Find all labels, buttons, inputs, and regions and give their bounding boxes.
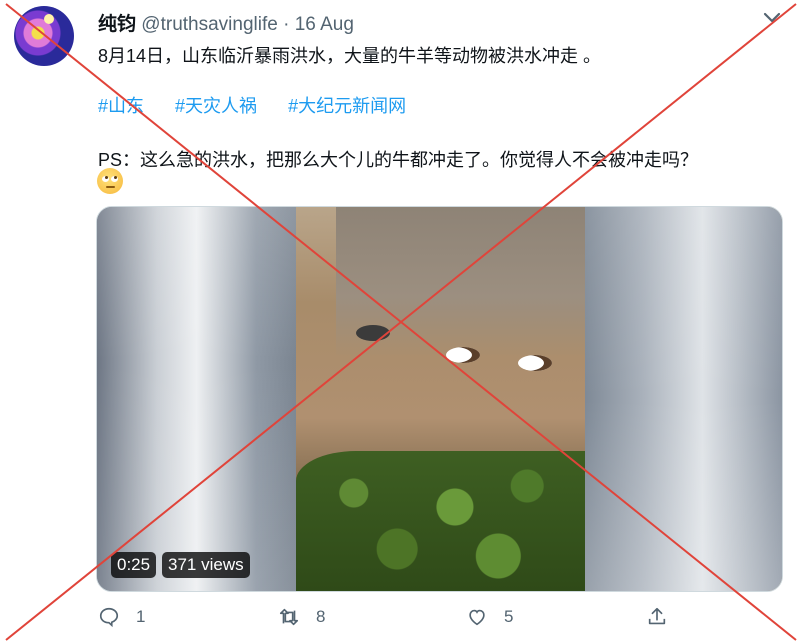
retweet-count: 8 xyxy=(316,607,326,626)
reply-icon xyxy=(99,607,119,628)
tweet-text-line1: 8月14日，山东临沂暴雨洪水，大量的牛羊等动物被洪水冲走 。 xyxy=(98,46,602,66)
like-count: 5 xyxy=(504,607,514,626)
like-button[interactable]: 5 xyxy=(466,606,513,628)
video-duration-badge: 0:25 xyxy=(111,552,157,578)
video-blur-right xyxy=(583,207,782,591)
emoji-eye-left xyxy=(102,176,109,182)
tweet-text-line3: PS：这么急的洪水，把那么大个儿的牛都冲走了。你觉得人不会被冲走吗？ xyxy=(98,150,699,170)
heart-icon xyxy=(469,609,485,626)
tweet[interactable]: 纯钧 @truthsavinglife · 16 Aug 8月14日，山东临沂暴… xyxy=(0,0,800,644)
video-player[interactable] xyxy=(96,206,783,592)
hashtag-list: #山东 #天灾人祸 #大纪元新闻网 xyxy=(98,92,432,118)
author-name[interactable]: 纯钧 xyxy=(98,14,136,35)
grass-foreground xyxy=(296,451,585,591)
tweet-date[interactable]: 16 Aug xyxy=(295,14,354,35)
avatar-moon xyxy=(44,14,54,24)
chevron-down-icon[interactable] xyxy=(760,8,784,28)
video-blur-left xyxy=(97,207,296,591)
animal-in-water xyxy=(518,355,552,371)
separator: · xyxy=(283,14,290,35)
retweet-icon xyxy=(279,608,299,626)
retweet-button[interactable]: 8 xyxy=(278,606,325,628)
hashtag-link[interactable]: #天灾人祸 xyxy=(175,96,257,116)
reply-count: 1 xyxy=(136,607,146,626)
emoji-mouth xyxy=(106,186,115,188)
hashtag-link[interactable]: #山东 xyxy=(98,96,144,116)
video-views-badge: 371 views xyxy=(162,552,250,578)
tweet-header: 纯钧 @truthsavinglife · 16 Aug xyxy=(98,9,354,36)
rolling-eyes-emoji-icon xyxy=(97,168,123,194)
avatar[interactable] xyxy=(14,6,74,66)
video-frame[interactable] xyxy=(296,207,585,591)
animal-in-water xyxy=(446,347,480,363)
author-handle[interactable]: @truthsavinglife xyxy=(141,14,278,35)
animal-in-water xyxy=(356,325,390,341)
share-button[interactable] xyxy=(646,606,668,628)
reply-button[interactable]: 1 xyxy=(98,606,145,628)
share-icon xyxy=(648,607,666,625)
hashtag-link[interactable]: #大纪元新闻网 xyxy=(288,96,406,116)
emoji-eye-right xyxy=(111,176,118,182)
